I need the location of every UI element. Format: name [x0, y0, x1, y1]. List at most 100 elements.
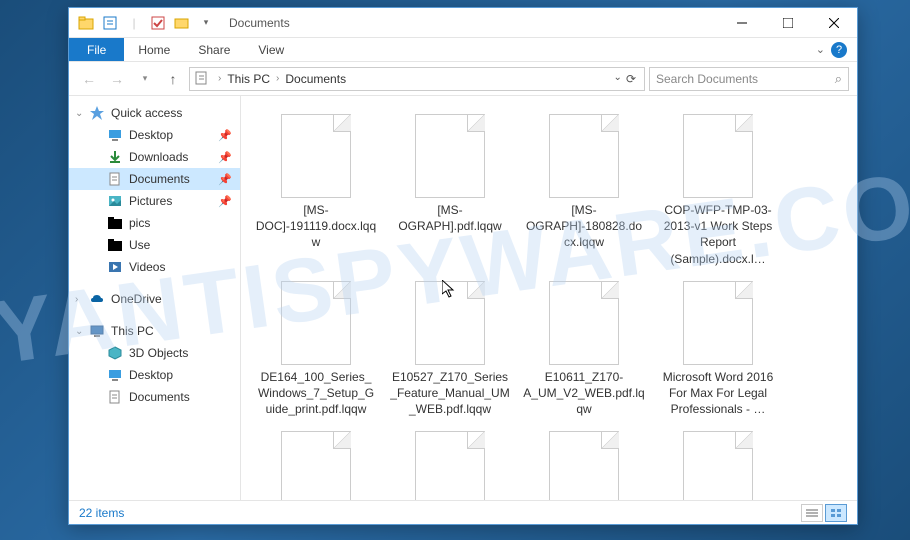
tab-share[interactable]: Share — [184, 38, 244, 61]
sidebar-item-desktop[interactable]: Desktop📌 — [69, 124, 240, 146]
file-item[interactable]: [MS-OGRAPH]-180828.docx.lqqw — [519, 110, 649, 271]
nav-icon — [107, 193, 123, 209]
help-icon[interactable]: ? — [831, 42, 847, 58]
file-item[interactable]: [MS-OGRAPH].pdf.lqqw — [385, 110, 515, 271]
file-label: COP-WFP-TMP-03-2013-v1 Work Steps Report… — [657, 202, 779, 267]
new-folder-icon[interactable] — [171, 12, 193, 34]
sidebar-item-3d-objects[interactable]: 3D Objects — [69, 342, 240, 364]
file-item[interactable]: Microsoft Word 2016 For Max For Legal Pr… — [653, 277, 783, 422]
sidebar-item-downloads[interactable]: Downloads📌 — [69, 146, 240, 168]
ribbon: File Home Share View ⌄ ? — [69, 38, 857, 62]
up-button[interactable]: ↑ — [161, 67, 185, 91]
ribbon-expand-icon[interactable]: ⌄ — [816, 43, 825, 56]
sidebar-item-use[interactable]: Use — [69, 234, 240, 256]
items-grid: [MS-DOC]-191119.docx.lqqw[MS-OGRAPH].pdf… — [251, 110, 847, 500]
search-icon[interactable]: ⌕ — [835, 71, 842, 87]
qat-dropdown-icon[interactable]: ▾ — [195, 12, 217, 34]
sidebar-item-documents[interactable]: Documents📌 — [69, 168, 240, 190]
file-tab[interactable]: File — [69, 38, 124, 61]
collapse-icon[interactable]: ⌄ — [75, 108, 83, 119]
recent-dropdown-icon[interactable]: ▾ — [133, 67, 157, 91]
tab-view[interactable]: View — [244, 38, 298, 61]
icons-view-button[interactable] — [825, 504, 847, 522]
nav-icon — [107, 367, 123, 383]
nav-label: pics — [129, 216, 150, 230]
titlebar: | ▾ Documents — [69, 8, 857, 38]
pin-icon: 📌 — [218, 195, 232, 208]
maximize-button[interactable] — [765, 8, 811, 38]
breadcrumb-thispc[interactable]: This PC — [223, 72, 274, 86]
window-controls — [719, 8, 857, 38]
file-item[interactable]: E10527_Z170_Series_Feature_Manual_UM_WEB… — [385, 277, 515, 422]
view-switcher — [801, 504, 847, 522]
file-icon — [683, 431, 753, 500]
refresh-icon[interactable]: ⟳ — [626, 72, 636, 86]
check-icon[interactable] — [147, 12, 169, 34]
file-item[interactable]: MOAC_Word_2016_Core.pdf.lqqw — [385, 427, 515, 500]
address-bar: ← → ▾ ↑ › This PC › Documents ⌄ ⟳ ⌕ — [69, 62, 857, 96]
back-button[interactable]: ← — [77, 67, 101, 91]
file-icon — [281, 281, 351, 365]
forward-button[interactable]: → — [105, 67, 129, 91]
nav-label: This PC — [111, 324, 154, 338]
close-button[interactable] — [811, 8, 857, 38]
nav-label: Quick access — [111, 106, 182, 120]
minimize-button[interactable] — [719, 8, 765, 38]
file-icon — [549, 281, 619, 365]
nav-icon — [107, 259, 123, 275]
file-icon — [415, 431, 485, 500]
file-item[interactable] — [653, 427, 783, 500]
pc-icon — [89, 323, 105, 339]
quick-access-toolbar: | ▾ — [69, 12, 217, 34]
file-item[interactable]: E10611_Z170-A_UM_V2_WEB.pdf.lqqw — [519, 277, 649, 422]
file-label: [MS-OGRAPH].pdf.lqqw — [389, 202, 511, 234]
sidebar-item-pictures[interactable]: Pictures📌 — [69, 190, 240, 212]
file-item[interactable]: [MS-DOC]-191119.docx.lqqw — [251, 110, 381, 271]
file-item[interactable]: COP-WFP-TMP-03-2013-v1 Work Steps Report… — [653, 110, 783, 271]
pin-icon: 📌 — [218, 151, 232, 164]
nav-icon — [107, 237, 123, 253]
tab-home[interactable]: Home — [124, 38, 184, 61]
file-icon — [415, 114, 485, 198]
nav-icon — [107, 171, 123, 187]
search-box[interactable]: ⌕ — [649, 67, 849, 91]
file-item[interactable]: MNL-0875.pdf.lqqw — [251, 427, 381, 500]
chevron-right-icon[interactable]: › — [216, 73, 223, 84]
nav-icon — [107, 127, 123, 143]
breadcrumb[interactable]: › This PC › Documents ⌄ ⟳ — [189, 67, 645, 91]
breadcrumb-documents[interactable]: Documents — [281, 72, 350, 86]
window-title: Documents — [229, 16, 290, 30]
details-view-button[interactable] — [801, 504, 823, 522]
nav-label: Videos — [129, 260, 165, 274]
sidebar-item-pics[interactable]: pics — [69, 212, 240, 234]
breadcrumb-dropdown-icon[interactable]: ⌄ — [614, 72, 622, 86]
sidebar-item-documents[interactable]: Documents — [69, 386, 240, 408]
sidebar-item-videos[interactable]: Videos — [69, 256, 240, 278]
chevron-right-icon[interactable]: › — [274, 73, 281, 84]
file-icon — [281, 114, 351, 198]
file-item[interactable]: DE164_100_Series_Windows_7_Setup_Guide_p… — [251, 277, 381, 422]
file-label: [MS-OGRAPH]-180828.docx.lqqw — [523, 202, 645, 251]
nav-onedrive[interactable]: › OneDrive — [69, 288, 240, 310]
search-input[interactable] — [656, 72, 835, 86]
explorer-window: | ▾ Documents File Home Share View ⌄ ? ←… — [68, 7, 858, 525]
expand-icon[interactable]: › — [75, 294, 78, 305]
properties-icon[interactable] — [99, 12, 121, 34]
pin-icon: 📌 — [218, 173, 232, 186]
collapse-icon[interactable]: ⌄ — [75, 326, 83, 337]
file-icon — [683, 114, 753, 198]
sidebar-item-desktop[interactable]: Desktop — [69, 364, 240, 386]
content-pane[interactable]: [MS-DOC]-191119.docx.lqqw[MS-OGRAPH].pdf… — [241, 96, 857, 500]
file-label: Microsoft Word 2016 For Max For Legal Pr… — [657, 369, 779, 418]
file-label: E10527_Z170_Series_Feature_Manual_UM_WEB… — [389, 369, 511, 418]
item-count: 22 items — [79, 506, 124, 520]
file-icon — [549, 431, 619, 500]
nav-label: Documents — [129, 390, 190, 404]
file-item[interactable] — [519, 427, 649, 500]
navigation-pane[interactable]: ⌄ Quick access Desktop📌Downloads📌Documen… — [69, 96, 241, 500]
star-icon — [89, 105, 105, 121]
nav-quick-access[interactable]: ⌄ Quick access — [69, 102, 240, 124]
status-bar: 22 items — [69, 500, 857, 524]
nav-thispc[interactable]: ⌄ This PC — [69, 320, 240, 342]
pin-icon: 📌 — [218, 129, 232, 142]
